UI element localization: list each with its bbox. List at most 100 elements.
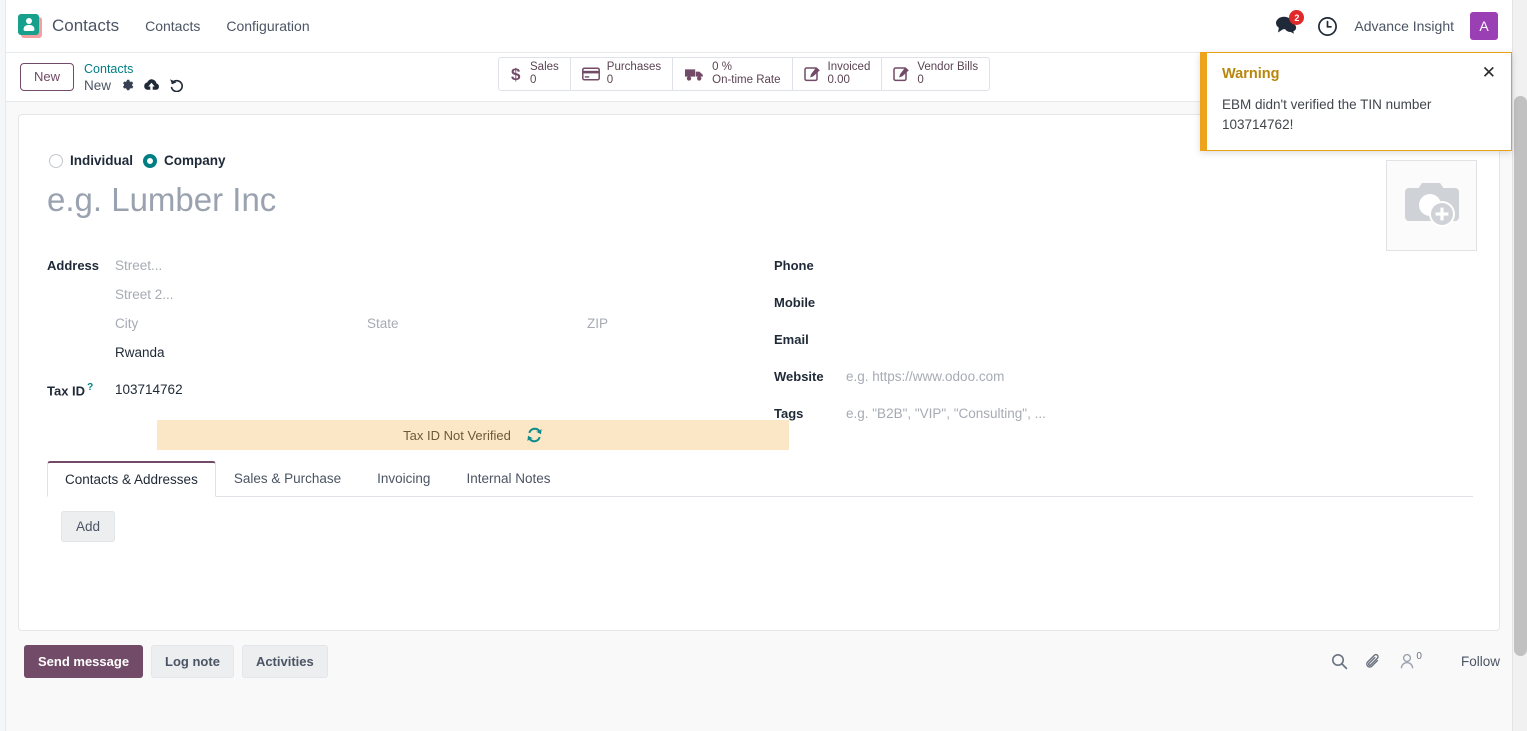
tab-contacts-addresses[interactable]: Contacts & Addresses <box>47 461 216 497</box>
form-notebook: Contacts & Addresses Sales & Purchase In… <box>47 460 1473 542</box>
notebook-tabs: Contacts & Addresses Sales & Purchase In… <box>47 460 1473 497</box>
add-address-button[interactable]: Add <box>61 511 116 542</box>
tax-id-banner-row: Tax ID Not Verified <box>47 420 789 464</box>
close-icon[interactable]: ✕ <box>1482 64 1496 81</box>
input-street[interactable]: Street... <box>115 255 162 273</box>
page-scrollbar[interactable] <box>1512 0 1527 731</box>
radio-label-individual: Individual <box>70 153 134 168</box>
app-brand-name: Contacts <box>52 16 120 35</box>
contacts-app-icon[interactable] <box>18 14 42 38</box>
tax-id-help-icon[interactable]: ? <box>87 382 93 393</box>
field-country: Rwanda <box>47 342 767 371</box>
contact-image-upload[interactable] <box>1386 160 1477 251</box>
followers-button[interactable]: 0 <box>1399 651 1422 670</box>
input-city[interactable]: City <box>115 313 367 331</box>
tab-internal-notes[interactable]: Internal Notes <box>448 461 568 497</box>
stat-button-sales[interactable]: $ Sales 0 <box>499 58 571 90</box>
stat-value-invoiced: 0.00 <box>827 74 850 86</box>
breadcrumb-current-new: New <box>84 77 112 93</box>
tab-invoicing[interactable]: Invoicing <box>359 461 448 497</box>
scrollbar-thumb[interactable] <box>1514 96 1527 656</box>
stat-button-vendor-bills[interactable]: Vendor Bills 0 <box>882 58 989 90</box>
company-name-input[interactable]: e.g. Lumber Inc <box>47 181 276 219</box>
advance-insight-menu[interactable]: Advance Insight <box>1354 18 1454 34</box>
breadcrumb-parent-contacts[interactable]: Contacts <box>84 62 185 77</box>
radio-option-company[interactable]: Company <box>143 153 226 168</box>
input-country[interactable]: Rwanda <box>115 342 165 360</box>
chatter-right-group: 0 Follow <box>1331 651 1506 670</box>
field-mobile: Mobile <box>774 292 1414 329</box>
stat-label-sales: Sales <box>530 61 559 73</box>
field-phone: Phone <box>774 255 1414 292</box>
tax-id-banner-text: Tax ID Not Verified <box>403 427 511 443</box>
input-zip[interactable]: ZIP <box>587 313 727 331</box>
label-street2-spacer <box>47 284 115 287</box>
radio-label-company: Company <box>164 153 226 168</box>
paperclip-icon[interactable] <box>1365 653 1382 670</box>
stat-label-invoiced: Invoiced <box>827 61 871 73</box>
label-email: Email <box>774 332 809 347</box>
contact-form-sheet: Individual Company e.g. Lumber Inc Addre… <box>18 114 1500 631</box>
edit-document-icon <box>893 66 910 82</box>
field-email: Email <box>774 329 1414 366</box>
search-icon[interactable] <box>1331 653 1348 670</box>
field-tax-id: Tax ID? 103714762 <box>47 379 767 408</box>
input-tax-id[interactable]: 103714762 <box>115 379 183 397</box>
label-address: Address <box>47 258 100 273</box>
label-tags: Tags <box>774 406 804 421</box>
log-note-button[interactable]: Log note <box>151 644 234 678</box>
messages-button[interactable]: 2 <box>1275 10 1305 37</box>
field-address: Address Street... <box>47 255 767 284</box>
edit-document-icon <box>803 66 821 82</box>
field-website: Website e.g. https://www.odoo.com <box>774 366 1414 403</box>
stat-value-purchases: 0 <box>606 74 614 86</box>
form-left-column: Address Street... Street 2... City State… <box>47 255 789 464</box>
radio-option-individual[interactable]: Individual <box>49 153 133 168</box>
radio-circle-company <box>143 153 158 168</box>
form-right-column: Phone Mobile Email Website e.g. https://… <box>774 255 1414 440</box>
form-sheet-background: Individual Company e.g. Lumber Inc Addre… <box>6 102 1512 731</box>
tax-id-not-verified-banner[interactable]: Tax ID Not Verified <box>157 420 789 450</box>
field-tags: Tags e.g. "B2B", "VIP", "Consulting", ..… <box>774 403 1414 440</box>
input-tags[interactable]: e.g. "B2B", "VIP", "Consulting", ... <box>846 403 1046 421</box>
send-message-button[interactable]: Send message <box>24 644 144 678</box>
stat-button-on-time-rate[interactable]: 0 % On-time Rate <box>673 58 793 90</box>
camera-add-icon <box>1404 182 1459 227</box>
field-street2: Street 2... <box>47 284 767 313</box>
activities-button[interactable]: Activities <box>241 644 328 678</box>
nav-menu-contacts[interactable]: Contacts <box>145 18 200 34</box>
stat-label-on-time-rate: 0 % <box>712 61 732 73</box>
warning-message: EBM didn't verified the TIN number 10371… <box>1222 97 1432 132</box>
label-tax-id: Tax ID? <box>47 379 115 398</box>
stat-value-vendor-bills: 0 <box>917 74 924 86</box>
refresh-icon[interactable] <box>526 427 543 443</box>
dollar-icon: $ <box>510 64 523 84</box>
tab-sales-purchase[interactable]: Sales & Purchase <box>216 461 359 497</box>
undo-icon[interactable] <box>169 78 185 92</box>
input-street2[interactable]: Street 2... <box>115 284 174 302</box>
cloud-upload-icon[interactable] <box>143 78 160 92</box>
warning-header: Warning ✕ <box>1222 64 1496 82</box>
contact-type-radio-group: Individual Company <box>49 153 226 168</box>
label-phone: Phone <box>774 258 814 273</box>
follow-button[interactable]: Follow <box>1461 654 1500 669</box>
clock-icon[interactable] <box>1317 16 1338 37</box>
svg-text:$: $ <box>511 65 521 84</box>
breadcrumb: Contacts New <box>84 62 185 93</box>
label-tax-id-text: Tax ID <box>47 383 86 399</box>
gear-icon[interactable] <box>120 78 134 92</box>
stat-buttons-group: $ Sales 0 Purchases 0 0 % On-time Rate I… <box>498 57 991 91</box>
stat-value-sales: 0 <box>530 74 537 86</box>
stat-button-invoiced[interactable]: Invoiced 0.00 <box>793 58 883 90</box>
new-button[interactable]: New <box>20 63 75 91</box>
warning-notification: Warning ✕ EBM didn't verified the TIN nu… <box>1200 52 1512 151</box>
input-state[interactable]: State <box>367 313 587 331</box>
stat-button-purchases[interactable]: Purchases 0 <box>571 58 674 90</box>
nav-menu-configuration[interactable]: Configuration <box>226 18 309 34</box>
label-website: Website <box>774 369 824 384</box>
stat-value-on-time-rate: On-time Rate <box>712 74 781 86</box>
truck-icon <box>684 67 705 82</box>
chatter-toolbar: Send message Log note Activities 0 Follo… <box>24 640 1506 682</box>
user-avatar[interactable]: A <box>1470 12 1498 40</box>
input-website[interactable]: e.g. https://www.odoo.com <box>846 366 1004 384</box>
